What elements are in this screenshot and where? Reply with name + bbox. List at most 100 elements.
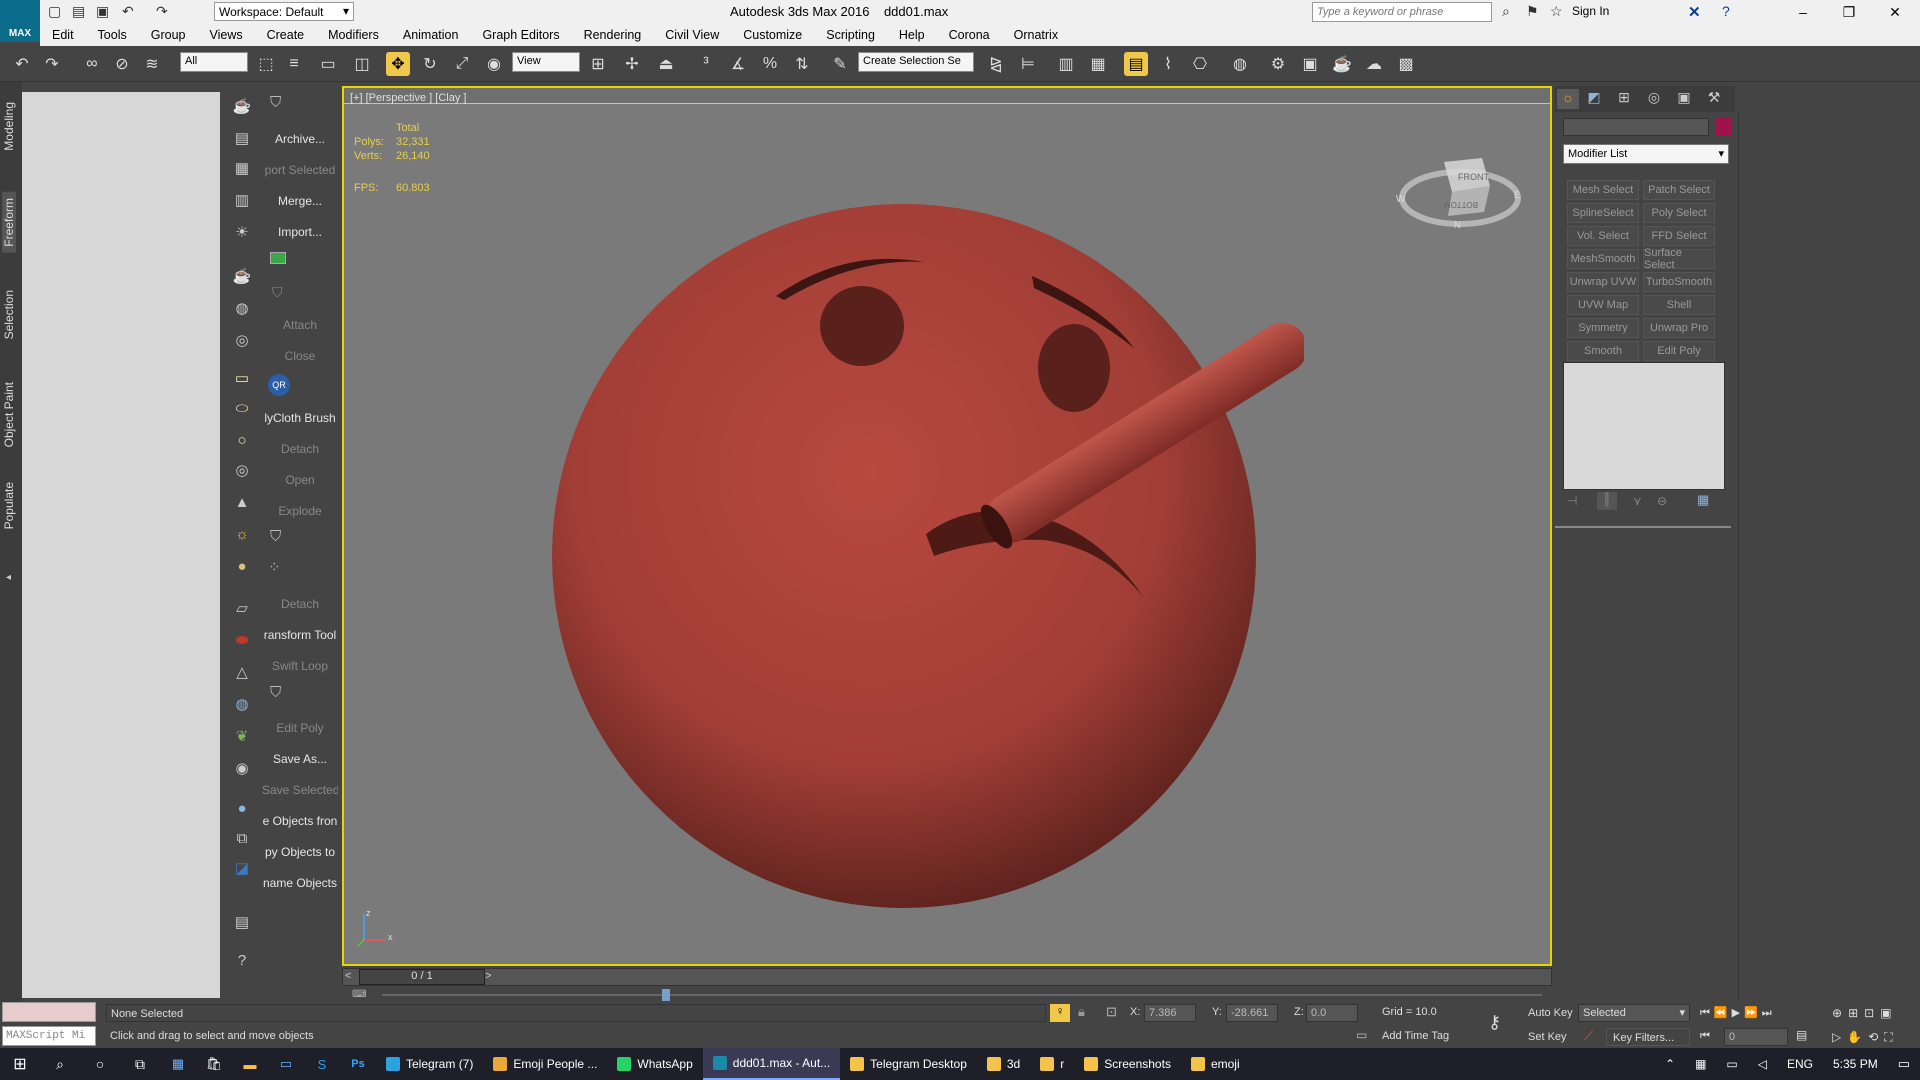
command-save-as[interactable]: Save As...	[262, 752, 338, 766]
command-export-selected[interactable]: port Selected	[262, 163, 338, 177]
menu-rendering[interactable]: Rendering	[572, 28, 654, 42]
save-icon[interactable]: ▣	[96, 3, 109, 20]
angle-snap-icon[interactable]: ∡	[726, 52, 750, 76]
key-selection-dropdown[interactable]: Selected ▾	[1578, 1004, 1690, 1022]
go-to-end-icon[interactable]: ⏭	[1762, 1007, 1776, 1019]
green-box-icon[interactable]	[270, 252, 286, 264]
menu-edit[interactable]: Edit	[40, 28, 86, 42]
mirror-icon[interactable]: ⧎	[984, 52, 1008, 76]
absolute-mode-icon[interactable]: ⊡	[1106, 1004, 1117, 1020]
rename-objects-icon[interactable]: ◪	[230, 856, 254, 880]
cylinder-icon[interactable]: ⬬	[230, 628, 254, 652]
zoom-all-icon[interactable]: ⊞	[1848, 1006, 1864, 1020]
command-transform-tool[interactable]: ransform Tool	[262, 628, 338, 642]
modifier-button-ffd-select[interactable]: FFD Select	[1643, 226, 1715, 246]
command-detach-2[interactable]: Detach	[262, 597, 338, 611]
maxscript-mini-listener[interactable]: MAXScript Mi	[2, 1026, 96, 1046]
menu-modifiers[interactable]: Modifiers	[316, 28, 391, 42]
set-key-icon[interactable]: ⚷	[1488, 1012, 1501, 1033]
command-rename-objects[interactable]: name Objects	[262, 876, 338, 890]
show-end-result-icon[interactable]: ║	[1597, 492, 1617, 510]
ribbon-toggle-icon[interactable]: ▤	[1124, 52, 1148, 76]
zoom-extents-all-icon[interactable]: ▣	[1880, 1006, 1897, 1020]
calculator-icon[interactable]: ▦	[160, 1048, 196, 1080]
help-icon[interactable]: ?	[1722, 3, 1730, 19]
menu-scripting[interactable]: Scripting	[814, 28, 887, 42]
open-file-icon[interactable]: ▤	[72, 3, 85, 20]
modifier-button-uvw-map[interactable]: UVW Map	[1567, 295, 1639, 315]
render-production-icon[interactable]: ☕	[1330, 52, 1354, 76]
named-selection-set-dropdown[interactable]: Create Selection Se	[858, 52, 974, 72]
select-and-scale-icon[interactable]: ⤢	[450, 52, 474, 76]
teapot-icon[interactable]: ☕	[230, 94, 254, 118]
add-time-tag-button[interactable]: Add Time Tag	[1382, 1030, 1449, 1042]
plane-icon[interactable]: ▱	[230, 596, 254, 620]
modifier-button-shell[interactable]: Shell	[1643, 295, 1715, 315]
window-crossing-icon[interactable]: ◫	[350, 52, 374, 76]
lock-selection-icon[interactable]: 🔒︎	[1078, 1004, 1085, 1020]
select-and-rotate-icon[interactable]: ↻	[418, 52, 442, 76]
menu-animation[interactable]: Animation	[391, 28, 471, 42]
menu-help[interactable]: Help	[887, 28, 937, 42]
time-slider-frame[interactable]: 0 / 1	[359, 969, 485, 985]
menu-tools[interactable]: Tools	[86, 28, 139, 42]
globe-icon[interactable]: ◍	[230, 692, 254, 716]
tray-chevron-icon[interactable]: ⌃	[1655, 1048, 1685, 1080]
auto-key-button[interactable]: Auto Key	[1526, 1004, 1578, 1022]
app-logo[interactable]: MAX	[0, 0, 40, 42]
rectangle-icon[interactable]: ▭	[230, 366, 254, 390]
isolate-selection-icon[interactable]: ♀	[1050, 1004, 1070, 1022]
object-name-field[interactable]	[1563, 118, 1709, 136]
new-file-icon[interactable]: ▢	[48, 3, 61, 20]
plant-icon[interactable]: ❦	[230, 724, 254, 748]
menu-customize[interactable]: Customize	[731, 28, 814, 42]
light-bulb-icon[interactable]: ☀	[230, 220, 254, 244]
cookie-icon[interactable]: ◉	[230, 756, 254, 780]
taskbar-app-emoji-people[interactable]: Emoji People ...	[483, 1048, 607, 1080]
create-tab-icon[interactable]: ☼	[1557, 89, 1579, 109]
viewcube[interactable]: FRONT BOTTOM W N E	[1394, 148, 1524, 228]
camera-icon[interactable]: ◍	[230, 296, 254, 320]
percent-snap-icon[interactable]: %	[758, 52, 782, 76]
exchange-icon[interactable]: ✕	[1688, 3, 1701, 21]
go-to-start-icon[interactable]: ⏮	[1700, 1007, 1714, 1019]
rectangular-selection-icon[interactable]: ▭	[316, 52, 340, 76]
command-attach[interactable]: Attach	[262, 318, 338, 332]
notifications-icon[interactable]: ▭	[1888, 1048, 1920, 1080]
rendered-frame-window-icon[interactable]: ▣	[1298, 52, 1322, 76]
schematic-view-icon[interactable]: ⎔	[1188, 52, 1212, 76]
keyboard-shortcut-override-icon[interactable]: ⏏	[654, 52, 678, 76]
unlink-icon[interactable]: ⊘	[110, 52, 134, 76]
command-merge[interactable]: Merge...	[262, 194, 338, 208]
help-circle-icon[interactable]: ?	[230, 948, 254, 972]
tab-modeling[interactable]: Modeling	[2, 102, 16, 151]
menu-ornatrix[interactable]: Ornatrix	[1002, 28, 1070, 42]
favorites-star-icon[interactable]: ☆	[1550, 3, 1563, 20]
viewport-label[interactable]: [+] [Perspective ] [Clay ]	[350, 92, 466, 104]
taskbar-app-telegram-desktop[interactable]: Telegram Desktop	[840, 1048, 977, 1080]
display-tab-icon[interactable]: ▣	[1673, 89, 1695, 109]
qr-icon[interactable]: QR	[268, 374, 290, 396]
reference-coordinate-dropdown[interactable]: View	[512, 52, 580, 72]
zoom-extents-icon[interactable]: ⊡	[1864, 1006, 1880, 1020]
modifier-button-unwrap-uvw[interactable]: Unwrap UVW	[1567, 272, 1639, 292]
time-slider[interactable]: < 0 / 1 >	[342, 968, 1552, 986]
modifier-button-poly-select[interactable]: Poly Select	[1643, 203, 1715, 223]
next-frame-icon[interactable]: ⏩	[1744, 1007, 1762, 1019]
redo-icon[interactable]: ↷	[40, 52, 64, 76]
taskbar-app-3d[interactable]: 3d	[977, 1048, 1030, 1080]
link-icon[interactable]: ∞	[80, 52, 104, 76]
film-icon[interactable]: ◎	[230, 328, 254, 352]
network-icon[interactable]: ▦	[1685, 1048, 1716, 1080]
skype-icon[interactable]: S	[304, 1048, 340, 1080]
taskbar-app-emoji[interactable]: emoji	[1181, 1048, 1250, 1080]
placement-icon[interactable]: ◉	[482, 52, 506, 76]
key-filters-button[interactable]: Key Filters...	[1606, 1028, 1690, 1046]
ribbon-expand-icon[interactable]: ◂	[6, 572, 11, 583]
volume-icon[interactable]: ◁	[1748, 1048, 1777, 1080]
windows-start-icon[interactable]: ⊞	[0, 1048, 40, 1080]
curve-editor-icon[interactable]: ⌇	[1156, 52, 1180, 76]
render-setup-icon[interactable]: ⚙	[1266, 52, 1290, 76]
make-unique-icon[interactable]: ⋎	[1633, 494, 1642, 508]
pan-icon[interactable]: ✋	[1847, 1030, 1868, 1044]
